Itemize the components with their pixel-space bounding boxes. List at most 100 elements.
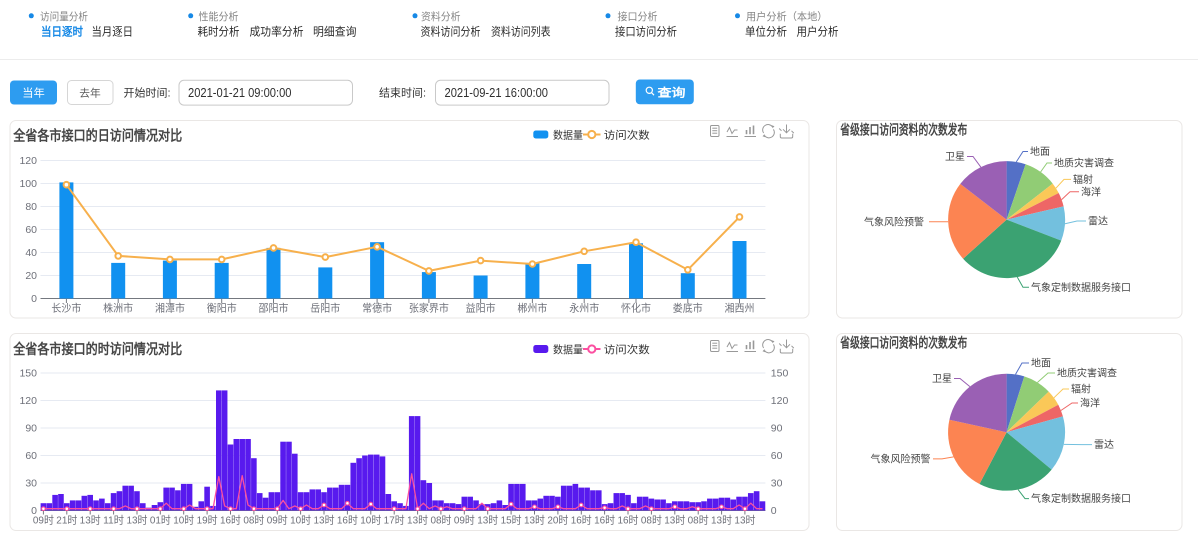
svg-text:地面: 地面: [1030, 145, 1050, 158]
svg-text:01时: 01时: [150, 515, 171, 527]
svg-text:15时: 15时: [501, 515, 522, 527]
svg-text:资料访问分析: 资料访问分析: [421, 24, 481, 38]
svg-text:访问次数: 访问次数: [604, 343, 651, 356]
svg-text:30: 30: [25, 478, 37, 490]
svg-text:邵阳市: 邵阳市: [259, 302, 289, 315]
svg-text:90: 90: [25, 423, 37, 435]
svg-text:2021-01-21 09:00:00: 2021-01-21 09:00:00: [188, 85, 292, 100]
svg-text:100: 100: [19, 178, 37, 190]
svg-text:查询: 查询: [656, 85, 686, 99]
svg-text:株洲市: 株洲市: [103, 302, 133, 315]
svg-text:张家界市: 张家界市: [409, 302, 449, 315]
svg-text:地质灾害调查: 地质灾害调查: [1057, 367, 1117, 380]
svg-text:娄底市: 娄底市: [673, 302, 703, 315]
svg-text:150: 150: [19, 368, 37, 380]
svg-text:20时: 20时: [547, 515, 568, 527]
svg-text:雷达: 雷达: [1094, 439, 1114, 451]
svg-text:访问次数: 访问次数: [604, 128, 651, 141]
svg-text:省级接口访问资料的次数发布: 省级接口访问资料的次数发布: [840, 334, 968, 350]
svg-text:接口分析: 接口分析: [618, 10, 658, 23]
svg-text:08时: 08时: [243, 515, 264, 527]
svg-text:13时: 13时: [407, 515, 428, 527]
svg-text:10时: 10时: [173, 515, 194, 527]
svg-text:地面: 地面: [1031, 357, 1051, 370]
svg-text:13时: 13时: [477, 515, 498, 527]
svg-text:60: 60: [25, 450, 37, 462]
svg-text:怀化市: 怀化市: [621, 302, 651, 315]
svg-text:09时: 09时: [33, 515, 54, 527]
svg-text:13时: 13时: [524, 515, 545, 527]
svg-text:30: 30: [771, 478, 783, 490]
svg-text:单位分析: 单位分析: [745, 24, 787, 38]
svg-text:08时: 08时: [430, 515, 451, 527]
svg-text:13时: 13时: [314, 515, 335, 527]
svg-text:10时: 10时: [290, 515, 311, 527]
svg-text:0: 0: [31, 293, 37, 305]
svg-text:16时: 16时: [571, 515, 592, 527]
svg-text:全省各市接口的日访问情况对比: 全省各市接口的日访问情况对比: [12, 127, 182, 143]
svg-text:全省各市接口的时访问情况对比: 全省各市接口的时访问情况对比: [12, 341, 182, 357]
svg-text:16时: 16时: [337, 515, 358, 527]
svg-text:09时: 09时: [267, 515, 288, 527]
svg-text:湘西州: 湘西州: [725, 302, 755, 315]
svg-text:40: 40: [25, 247, 37, 259]
svg-text:海洋: 海洋: [1080, 397, 1100, 410]
svg-text:2021-09-21 16:00:00: 2021-09-21 16:00:00: [445, 85, 549, 100]
svg-text:去年: 去年: [79, 86, 101, 99]
svg-text:岳阳市: 岳阳市: [310, 302, 340, 315]
svg-text:80: 80: [25, 201, 37, 213]
svg-text:资料分析: 资料分析: [421, 10, 461, 23]
svg-text:结束时间:: 结束时间:: [379, 87, 426, 100]
svg-text:0: 0: [771, 505, 777, 517]
svg-text:120: 120: [19, 395, 37, 407]
svg-text:120: 120: [19, 155, 37, 167]
svg-text:益阳市: 益阳市: [466, 302, 496, 315]
svg-text:数据量: 数据量: [553, 128, 583, 141]
svg-text:10时: 10时: [360, 515, 381, 527]
svg-text:当月逐日: 当月逐日: [92, 24, 134, 38]
svg-text:20: 20: [25, 270, 37, 282]
svg-text:地质灾害调查: 地质灾害调查: [1054, 157, 1114, 170]
svg-text:16时: 16时: [594, 515, 615, 527]
svg-text:16时: 16时: [220, 515, 241, 527]
svg-text:卫星: 卫星: [945, 151, 965, 163]
svg-text:耗时分析: 耗时分析: [198, 24, 240, 38]
svg-text:17时: 17时: [384, 515, 405, 527]
svg-text:辐射: 辐射: [1073, 173, 1093, 186]
svg-text:13时: 13时: [664, 515, 685, 527]
svg-text:辐射: 辐射: [1071, 383, 1091, 396]
svg-text:明细查询: 明细查询: [313, 24, 357, 38]
svg-text:08时: 08时: [688, 515, 709, 527]
svg-text:16时: 16时: [618, 515, 639, 527]
svg-text:长沙市: 长沙市: [51, 302, 81, 315]
svg-text:数据量: 数据量: [553, 343, 583, 356]
svg-text:120: 120: [771, 395, 789, 407]
svg-text:气象定制数据服务接口: 气象定制数据服务接口: [1031, 492, 1131, 505]
svg-text:13时: 13时: [711, 515, 732, 527]
svg-text:08时: 08时: [641, 515, 662, 527]
svg-text:用户分析（本地）: 用户分析（本地）: [746, 10, 828, 23]
svg-text:09时: 09时: [454, 515, 475, 527]
svg-text:海洋: 海洋: [1081, 186, 1101, 199]
svg-text:雷达: 雷达: [1088, 216, 1108, 228]
svg-text:郴州市: 郴州市: [517, 302, 547, 315]
svg-text:21时: 21时: [56, 515, 77, 527]
svg-text:湘潭市: 湘潭市: [155, 302, 185, 315]
svg-text:成功率分析: 成功率分析: [250, 24, 304, 38]
svg-text:150: 150: [771, 368, 789, 380]
svg-text:卫星: 卫星: [932, 373, 952, 385]
svg-text:当日逐时: 当日逐时: [41, 24, 83, 38]
svg-text:气象风险预警: 气象风险预警: [864, 215, 924, 228]
svg-text:永州市: 永州市: [569, 302, 599, 315]
svg-text:90: 90: [771, 423, 783, 435]
svg-text:气象定制数据服务接口: 气象定制数据服务接口: [1031, 281, 1131, 294]
svg-text:省级接口访问资料的次数发布: 省级接口访问资料的次数发布: [840, 121, 968, 137]
svg-text:13时: 13时: [126, 515, 147, 527]
svg-text:衡阳市: 衡阳市: [207, 302, 237, 315]
svg-text:性能分析: 性能分析: [199, 10, 239, 23]
svg-text:60: 60: [771, 450, 783, 462]
svg-text:气象风险预警: 气象风险预警: [871, 452, 931, 465]
svg-text:当年: 当年: [22, 85, 45, 99]
svg-text:资料访问列表: 资料访问列表: [491, 24, 551, 38]
svg-text:接口访问分析: 接口访问分析: [615, 24, 677, 38]
